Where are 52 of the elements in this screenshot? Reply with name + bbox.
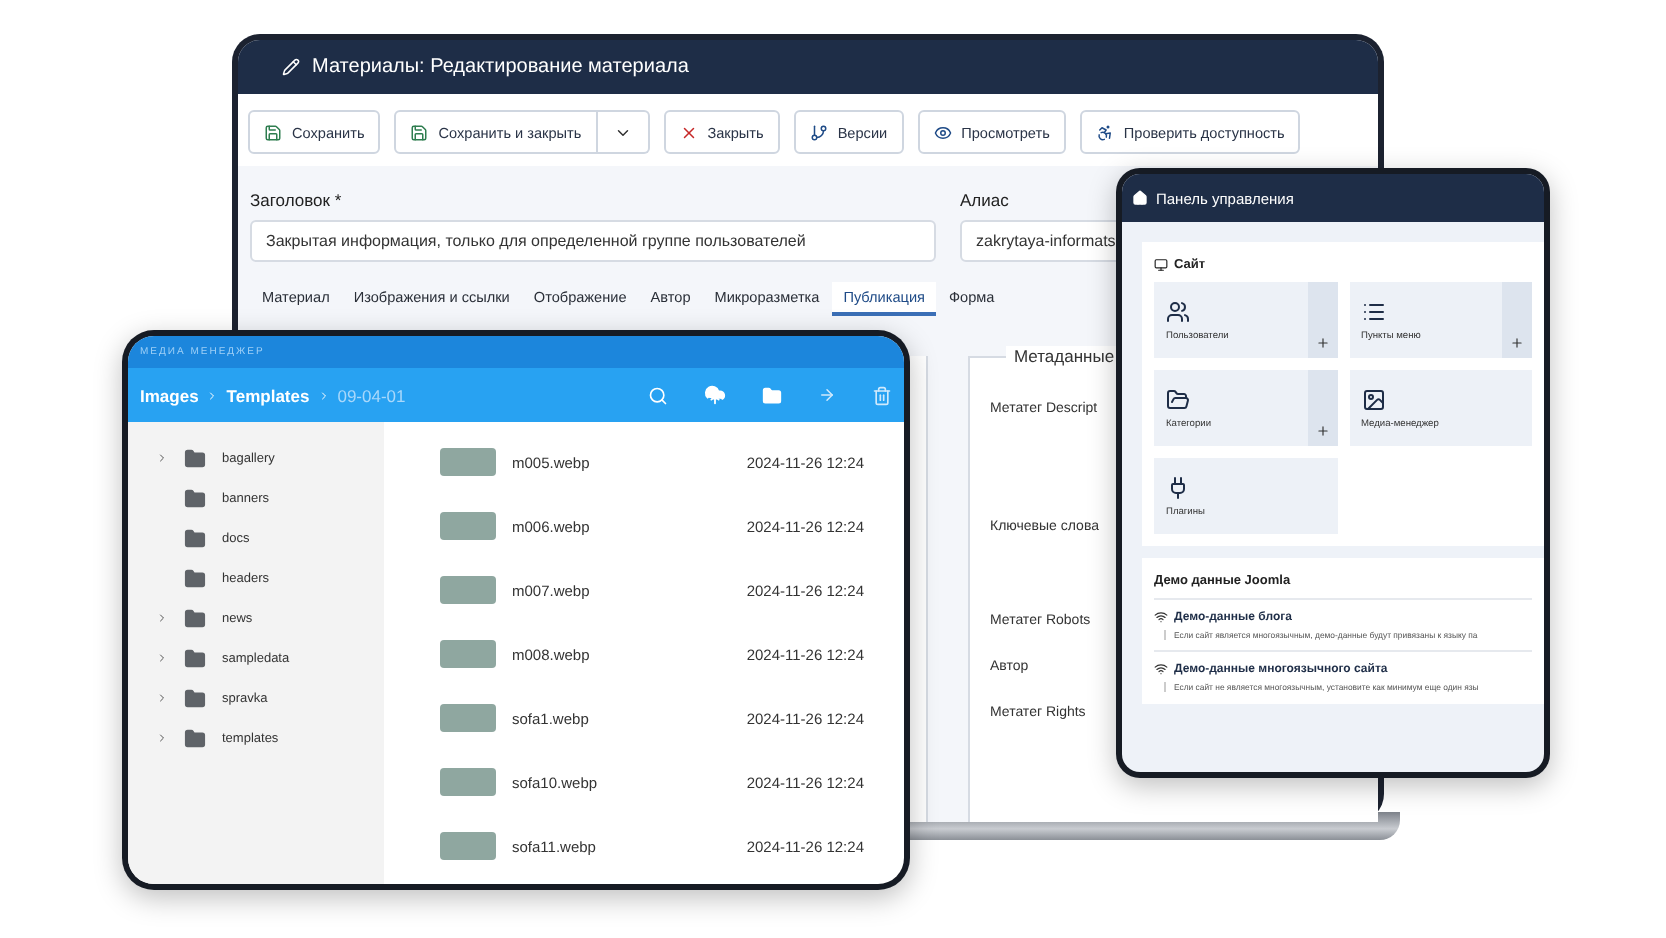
photo-placeholder [440,640,496,668]
folder-icon [184,687,206,709]
eye-icon [933,123,952,141]
field-label: Алиас [960,190,1011,210]
cloud-upload-icon[interactable] [704,384,726,406]
photo-placeholder [440,448,496,476]
monitor-icon [1154,258,1168,272]
folder-icon [184,647,206,669]
home-icon [1132,190,1148,206]
close-icon [679,123,698,141]
wifi-icon [1154,610,1168,624]
arrow-icon[interactable] [818,386,836,404]
users-icon [1166,299,1190,323]
chevron-icon[interactable] [156,692,168,704]
save-icon [410,123,429,141]
folder-icon [184,447,206,469]
dropdown-button[interactable] [597,110,650,154]
title-field[interactable]: Закрытая информация, только для определенной группе пользователей [250,220,936,262]
photo-placeholder [440,704,496,732]
plus-icon [1510,336,1524,350]
folder-icon [184,567,206,589]
add-button[interactable] [1307,282,1337,358]
chevron-icon[interactable] [156,732,168,744]
chevron-icon [206,389,219,401]
search-icon[interactable] [648,385,668,405]
plus-icon [1315,336,1329,350]
chevron-icon[interactable] [156,612,168,624]
folder-icon [184,527,206,549]
chevron-icon[interactable] [156,452,168,464]
folder-icon [184,487,206,509]
image-icon [1361,387,1385,411]
plus-icon [1315,424,1329,438]
photo-placeholder [440,576,496,604]
window-title: Материалы: Редактирование материала [312,56,689,78]
wifi-icon [1154,662,1168,676]
folder-icon[interactable] [762,385,782,405]
photo-placeholder [440,512,496,540]
folder-icon [1166,387,1190,411]
save-icon [264,123,282,141]
chevron-icon [317,389,330,401]
chevron-icon[interactable] [156,652,168,664]
folder-icon [184,727,206,749]
trash-icon[interactable] [872,385,892,405]
photo-placeholder [440,832,496,860]
field-label: Заголовок * [250,190,344,210]
add-button[interactable] [1307,370,1337,446]
accessibility-icon [1095,123,1114,141]
folder-icon [184,607,206,629]
pencil-icon [282,58,300,76]
photo-placeholder [440,768,496,796]
branch-icon [809,123,828,141]
plug-icon [1166,475,1190,499]
